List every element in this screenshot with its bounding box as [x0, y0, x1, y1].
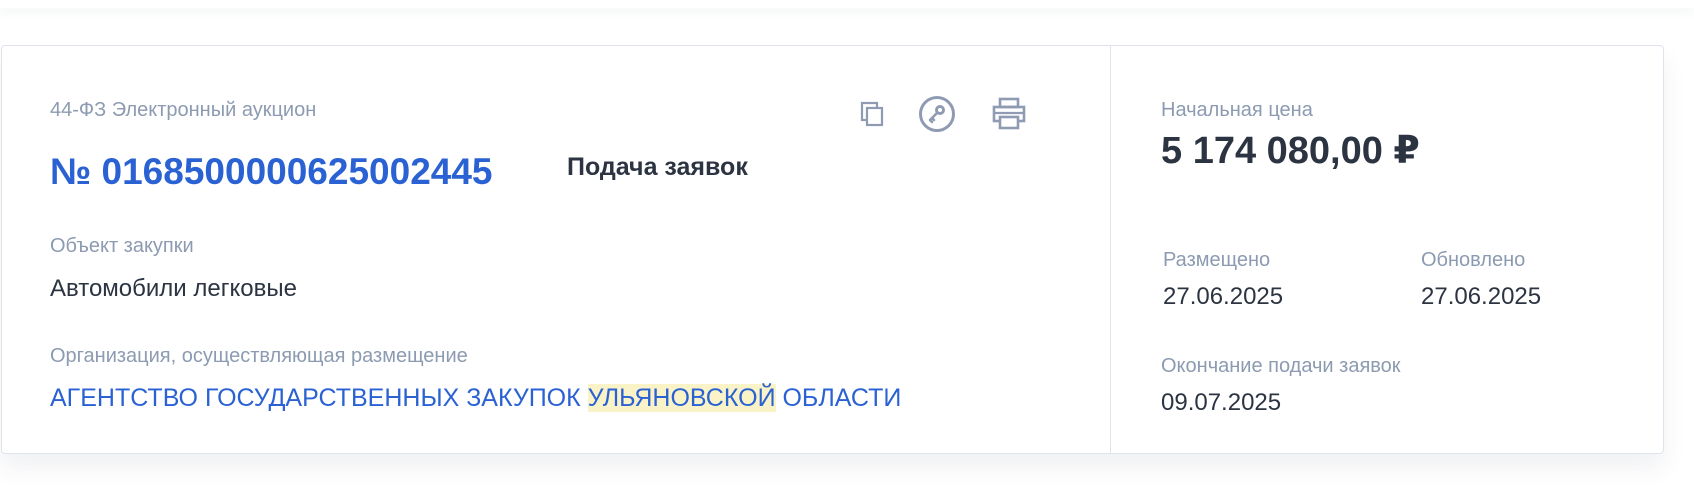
posted-label: Размещено: [1163, 249, 1271, 271]
object-value: Автомобили легковые: [50, 275, 297, 302]
price-label: Начальная цена: [1161, 99, 1313, 121]
procurement-main: 44-ФЗ Электронный аукцион № 016850000062…: [2, 46, 1111, 453]
copy-icon: [860, 101, 884, 127]
posted-date: 27.06.2025: [1163, 283, 1284, 310]
organization-label: Организация, осуществляющая размещение: [50, 345, 468, 367]
procurement-number-link[interactable]: № 0168500000625002445: [50, 150, 493, 194]
deadline-label: Окончание подачи заявок: [1161, 355, 1401, 377]
copy-button[interactable]: [852, 94, 892, 134]
header-shadow: [0, 0, 1694, 8]
deadline-date: 09.07.2025: [1161, 389, 1282, 416]
procurement-card: 44-ФЗ Электронный аукцион № 016850000062…: [1, 45, 1664, 454]
organization-name-part: ОБЛАСТИ: [775, 384, 902, 412]
procurement-summary: Начальная цена 5 174 080,00 ₽ Размещено …: [1111, 46, 1663, 453]
updated-label: Обновлено: [1421, 249, 1526, 271]
search-highlight: УЛЬЯНОВСКОЙ: [587, 384, 776, 412]
print-button[interactable]: [989, 94, 1029, 134]
status-badge: Подача заявок: [567, 153, 748, 181]
procurement-type: 44-ФЗ Электронный аукцион: [50, 99, 317, 121]
signature-button[interactable]: [917, 94, 957, 134]
key-icon: [919, 96, 955, 132]
updated-date: 27.06.2025: [1421, 283, 1542, 310]
organization-name-part: АГЕНТСТВО ГОСУДАРСТВЕННЫХ ЗАКУПОК: [50, 384, 588, 412]
object-label: Объект закупки: [50, 235, 194, 257]
price-value: 5 174 080,00 ₽: [1161, 130, 1420, 172]
printer-icon: [992, 97, 1026, 130]
organization-link[interactable]: АГЕНТСТВО ГОСУДАРСТВЕННЫХ ЗАКУПОК УЛЬЯНО…: [50, 382, 901, 414]
